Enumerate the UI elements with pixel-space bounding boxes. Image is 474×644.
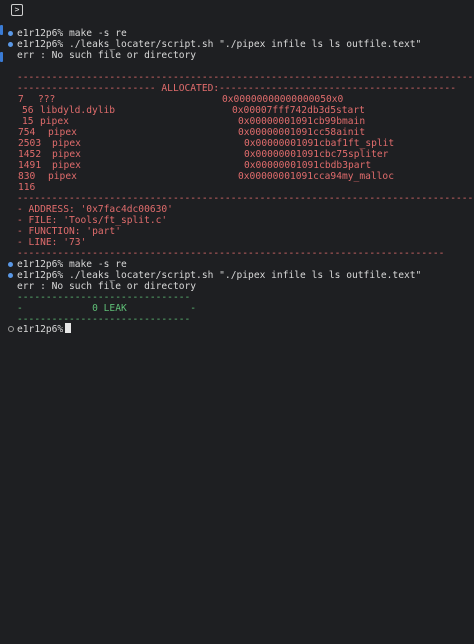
alloc-address: 0x00000001091cc58a [238,127,342,138]
prompt-status-dot [8,273,13,278]
alloc-address: 0x00000001091cb99b [238,116,342,127]
error-output: err : No such file or directory [17,281,197,292]
leak-function: - FUNCTION: 'part' [17,226,121,237]
alloc-library: pipex [48,127,77,138]
prompt-status-dot [8,42,13,47]
command-line: e1r12p6% ./leaks_locater/script.sh "./pi… [17,39,422,50]
alloc-library: pipex [52,138,81,149]
alloc-address: 0x0000000000000005 [222,94,326,105]
command-line: e1r12p6% ./leaks_locater/script.sh "./pi… [17,270,422,281]
alloc-library: ??? [38,94,56,105]
terminal-icon[interactable]: > [11,4,23,16]
leak-box-rule: ------------------------------ [17,292,191,303]
alloc-library: pipex [52,149,81,160]
leak-line: - LINE: '73' [17,237,87,248]
alloc-size: 56 [22,105,34,116]
leak-address: - ADDRESS: '0x7fac4dc00630' [17,204,173,215]
alloc-address: 0x00007fff742db3d5 [232,105,336,116]
alloc-function: my_malloc [342,171,394,182]
alloc-address: 0x00000001091cbc75 [244,149,348,160]
alloc-size: 830 [18,171,36,182]
report-rule: ----------------------------------------… [17,193,474,204]
alloc-address: 0x00000001091cbaf1 [244,138,348,149]
alloc-size: 15 [22,116,34,127]
prompt-text: e1r12p6% [17,324,64,335]
alloc-size: 7 [18,94,24,105]
terminal-toolbar: > [0,0,474,20]
prompt-status-dot [8,31,13,36]
prompt-status-dot [8,326,14,332]
alloc-function: spliter [348,149,389,160]
alloc-function: part [348,160,372,171]
leak-file: - FILE: 'Tools/ft_split.c' [17,215,168,226]
command-line: e1r12p6% make -s re [17,28,127,39]
scroll-marker [0,52,3,62]
alloc-function: main [342,116,366,127]
alloc-size: 1491 [18,160,42,171]
text-cursor [65,323,72,333]
alloc-address: 0x00000001091cca94 [238,171,342,182]
alloc-size: 116 [18,182,36,193]
alloc-library: libdyld.dylib [40,105,116,116]
command-line: e1r12p6% make -s re [17,259,127,270]
alloc-size: 754 [18,127,36,138]
alloc-library: pipex [40,116,69,127]
leak-count: - 0 LEAK - [17,303,197,314]
alloc-size: 1452 [18,149,42,160]
allocated-header: ------------------------ ALLOCATED:-----… [17,83,456,94]
prompt-status-dot [8,262,13,267]
alloc-library: pipex [52,160,81,171]
alloc-function: start [336,105,365,116]
alloc-size: 2503 [18,138,42,149]
alloc-function: ft_split [348,138,395,149]
scroll-marker [0,25,3,35]
report-rule: ----------------------------------------… [17,72,474,83]
error-output: err : No such file or directory [17,50,197,61]
alloc-address: 0x00000001091cbdb3 [244,160,348,171]
alloc-function: 0x0 [326,94,344,105]
alloc-library: pipex [48,171,77,182]
alloc-function: init [342,127,366,138]
report-rule: ----------------------------------------… [17,248,445,259]
prompt-line[interactable]: e1r12p6% [17,323,72,335]
